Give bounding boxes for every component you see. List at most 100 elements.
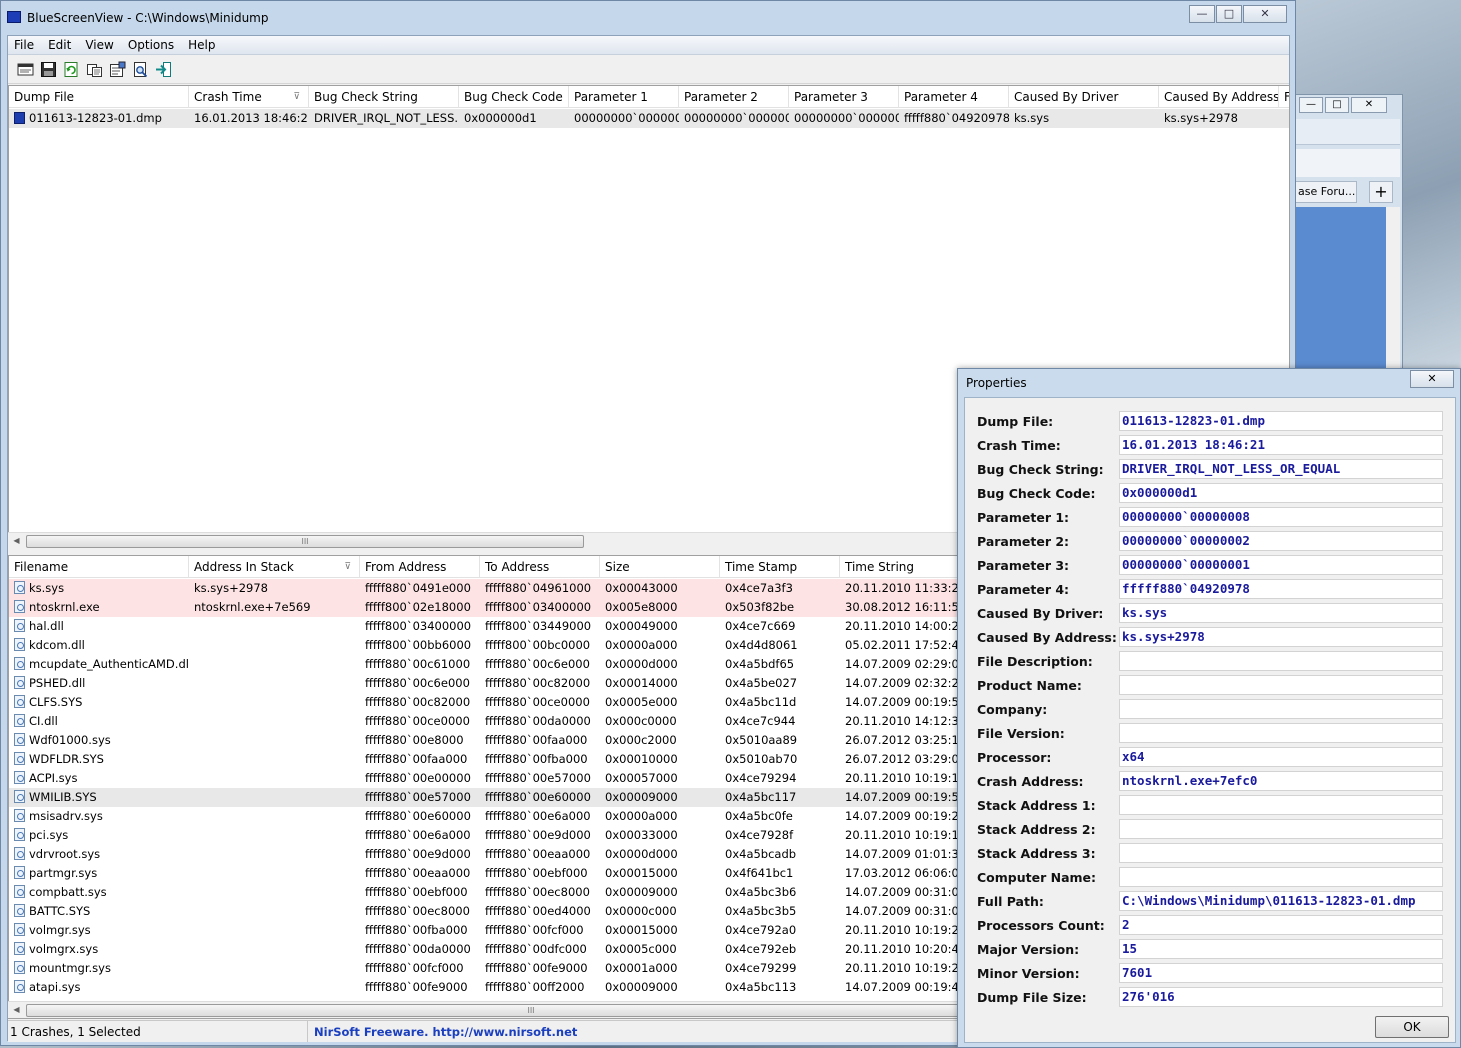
refresh-icon[interactable]	[62, 60, 81, 79]
table-row[interactable]: 011613-12823-01.dmp 16.01.2013 18:46:21 DR…	[9, 109, 1289, 128]
driver-file-icon	[14, 619, 25, 632]
property-value-field[interactable]: 7601	[1119, 963, 1443, 983]
table-row[interactable]: CI.dll fffff880`00ce0000 fffff880`00da0000…	[9, 712, 990, 731]
table-row[interactable]: WMILIB.SYS fffff880`00e57000 fffff880`00e6…	[9, 788, 990, 807]
property-value-field[interactable]: ks.sys	[1119, 603, 1443, 623]
column-header[interactable]: Bug Check String	[309, 86, 459, 108]
table-row[interactable]: mcupdate_AuthenticAMD.dll fffff880`00c610…	[9, 655, 990, 674]
dialog-close-button[interactable]: ✕	[1410, 370, 1454, 388]
property-value-field[interactable]	[1119, 675, 1443, 695]
column-header[interactable]: Caused By Address	[1159, 86, 1279, 108]
table-row[interactable]: ntoskrnl.exe ntoskrnl.exe+7e569 fffff800`0…	[9, 598, 990, 617]
table-row[interactable]: kdcom.dll fffff800`00bb6000 fffff800`00bc0…	[9, 636, 990, 655]
property-value-field[interactable]: 2	[1119, 915, 1443, 935]
property-value-field[interactable]	[1119, 651, 1443, 671]
column-header[interactable]: To Address	[480, 556, 600, 578]
dump-file-icon	[14, 112, 25, 124]
menu-view[interactable]: View	[79, 38, 121, 52]
table-row[interactable]: compbatt.sys fffff880`00ebf000 fffff880`00…	[9, 883, 990, 902]
property-value-field[interactable]: 00000000`00000001	[1119, 555, 1443, 575]
save-icon[interactable]	[39, 60, 58, 79]
property-value-field[interactable]: x64	[1119, 747, 1443, 767]
table-row[interactable]: atapi.sys fffff880`00fe9000 fffff880`00ff2…	[9, 978, 990, 997]
column-header[interactable]: Parameter 3	[789, 86, 899, 108]
scroll-left-arrow[interactable]: ◀	[8, 533, 25, 550]
property-value-field[interactable]	[1119, 867, 1443, 887]
bg-minimize-button[interactable]: —	[1299, 97, 1323, 113]
menu-file[interactable]: File	[8, 38, 42, 52]
column-header[interactable]: Filename	[9, 556, 189, 578]
table-row[interactable]: pci.sys fffff880`00e6a000 fffff880`00e9d00…	[9, 826, 990, 845]
property-value-field[interactable]: 00000000`00000008	[1119, 507, 1443, 527]
column-header[interactable]: F	[1279, 86, 1289, 108]
property-value-field[interactable]: 16.01.2013 18:46:21	[1119, 435, 1443, 455]
property-value-field[interactable]	[1119, 819, 1443, 839]
table-row[interactable]: CLFS.SYS fffff880`00c82000 fffff880`00ce00…	[9, 693, 990, 712]
copy-icon[interactable]	[85, 60, 104, 79]
property-value-field[interactable]: DRIVER_IRQL_NOT_LESS_OR_EQUAL	[1119, 459, 1443, 479]
close-button[interactable]: ✕	[1243, 5, 1287, 23]
column-header[interactable]: Parameter 4	[899, 86, 1009, 108]
column-header[interactable]: Crash Time ⊽	[189, 86, 309, 108]
cell-text: fffff880`00e9d000	[365, 847, 471, 861]
table-row[interactable]: hal.dll fffff800`03400000 fffff800`0344900…	[9, 617, 990, 636]
find-icon[interactable]	[131, 60, 150, 79]
column-header[interactable]: Address In Stack ⊽	[189, 556, 360, 578]
properties-icon[interactable]	[108, 60, 127, 79]
table-cell: 0x000c2000	[600, 731, 720, 750]
property-value-field[interactable]: 276'016	[1119, 987, 1443, 1007]
table-row[interactable]: ks.sys ks.sys+2978 fffff880`0491e000 fffff8…	[9, 579, 990, 598]
column-header[interactable]: Parameter 2	[679, 86, 789, 108]
html-report-icon[interactable]	[16, 60, 35, 79]
property-value-field[interactable]: 011613-12823-01.dmp	[1119, 411, 1443, 431]
property-value-field[interactable]	[1119, 843, 1443, 863]
property-value-field[interactable]	[1119, 795, 1443, 815]
table-row[interactable]: PSHED.dll fffff880`00c6e000 fffff880`00c82…	[9, 674, 990, 693]
minimize-button[interactable]: —	[1189, 5, 1215, 23]
property-value-field[interactable]: 15	[1119, 939, 1443, 959]
new-tab-button[interactable]: +	[1369, 181, 1393, 203]
bg-toolbar	[1295, 119, 1400, 145]
maximize-button[interactable]: □	[1216, 5, 1242, 23]
column-header[interactable]: Parameter 1	[569, 86, 679, 108]
table-row[interactable]: mountmgr.sys fffff880`00fcf000 fffff880`00…	[9, 959, 990, 978]
menu-options[interactable]: Options	[122, 38, 182, 52]
scroll-thumb[interactable]: III	[26, 535, 584, 548]
bg-scrollbar[interactable]	[1386, 207, 1400, 373]
column-header[interactable]: From Address	[360, 556, 480, 578]
table-row[interactable]: WDFLDR.SYS fffff880`00faa000 fffff880`00fb…	[9, 750, 990, 769]
property-value-field[interactable]: 00000000`00000002	[1119, 531, 1443, 551]
table-cell: 0x503f82be	[720, 598, 840, 617]
property-value-field[interactable]: fffff880`04920978	[1119, 579, 1443, 599]
table-row[interactable]: volmgrx.sys fffff880`00da0000 fffff880`00d…	[9, 940, 990, 959]
column-header[interactable]: Size	[600, 556, 720, 578]
column-header[interactable]: Dump File	[9, 86, 189, 108]
scroll-left-arrow[interactable]: ◀	[8, 1002, 25, 1019]
menu-help[interactable]: Help	[182, 38, 223, 52]
table-row[interactable]: partmgr.sys fffff880`00eaa000 fffff880`00e…	[9, 864, 990, 883]
nirsoft-link[interactable]: NirSoft Freeware. http://www.nirsoft.net	[308, 1021, 577, 1043]
table-row[interactable]: vdrvroot.sys fffff880`00e9d000 fffff880`00…	[9, 845, 990, 864]
column-header[interactable]: Time Stamp	[720, 556, 840, 578]
ok-button[interactable]: OK	[1375, 1016, 1449, 1038]
property-value-field[interactable]: ntoskrnl.exe+7efc0	[1119, 771, 1443, 791]
table-row[interactable]: Wdf01000.sys fffff880`00e8000 fffff880`00f…	[9, 731, 990, 750]
table-row[interactable]: msisadrv.sys fffff880`00e60000 fffff880`00…	[9, 807, 990, 826]
column-header[interactable]: Bug Check Code	[459, 86, 569, 108]
bg-maximize-button[interactable]: □	[1325, 97, 1349, 113]
property-value-field[interactable]	[1119, 699, 1443, 719]
table-row[interactable]: ACPI.sys fffff880`00e00000 fffff880`00e570…	[9, 769, 990, 788]
menu-edit[interactable]: Edit	[42, 38, 79, 52]
property-value-field[interactable]: 0x000000d1	[1119, 483, 1443, 503]
property-value-field[interactable]: C:\Windows\Minidump\011613-12823-01.dmp	[1119, 891, 1443, 911]
property-value-field[interactable]	[1119, 723, 1443, 743]
table-row[interactable]: BATTC.SYS fffff880`00ec8000 fffff880`00ed4…	[9, 902, 990, 921]
property-value-field[interactable]: ks.sys+2978	[1119, 627, 1443, 647]
bg-close-button[interactable]: ✕	[1351, 97, 1387, 113]
exit-icon[interactable]	[154, 60, 173, 79]
column-header[interactable]: Caused By Driver	[1009, 86, 1159, 108]
table-row[interactable]: volmgr.sys fffff880`00fba000 fffff880`00fc…	[9, 921, 990, 940]
table-cell: 0x4a5bc117	[720, 788, 840, 807]
scroll-thumb[interactable]: III	[26, 1004, 1036, 1017]
bg-browser-tab[interactable]: ase Foru... ×	[1295, 181, 1357, 203]
